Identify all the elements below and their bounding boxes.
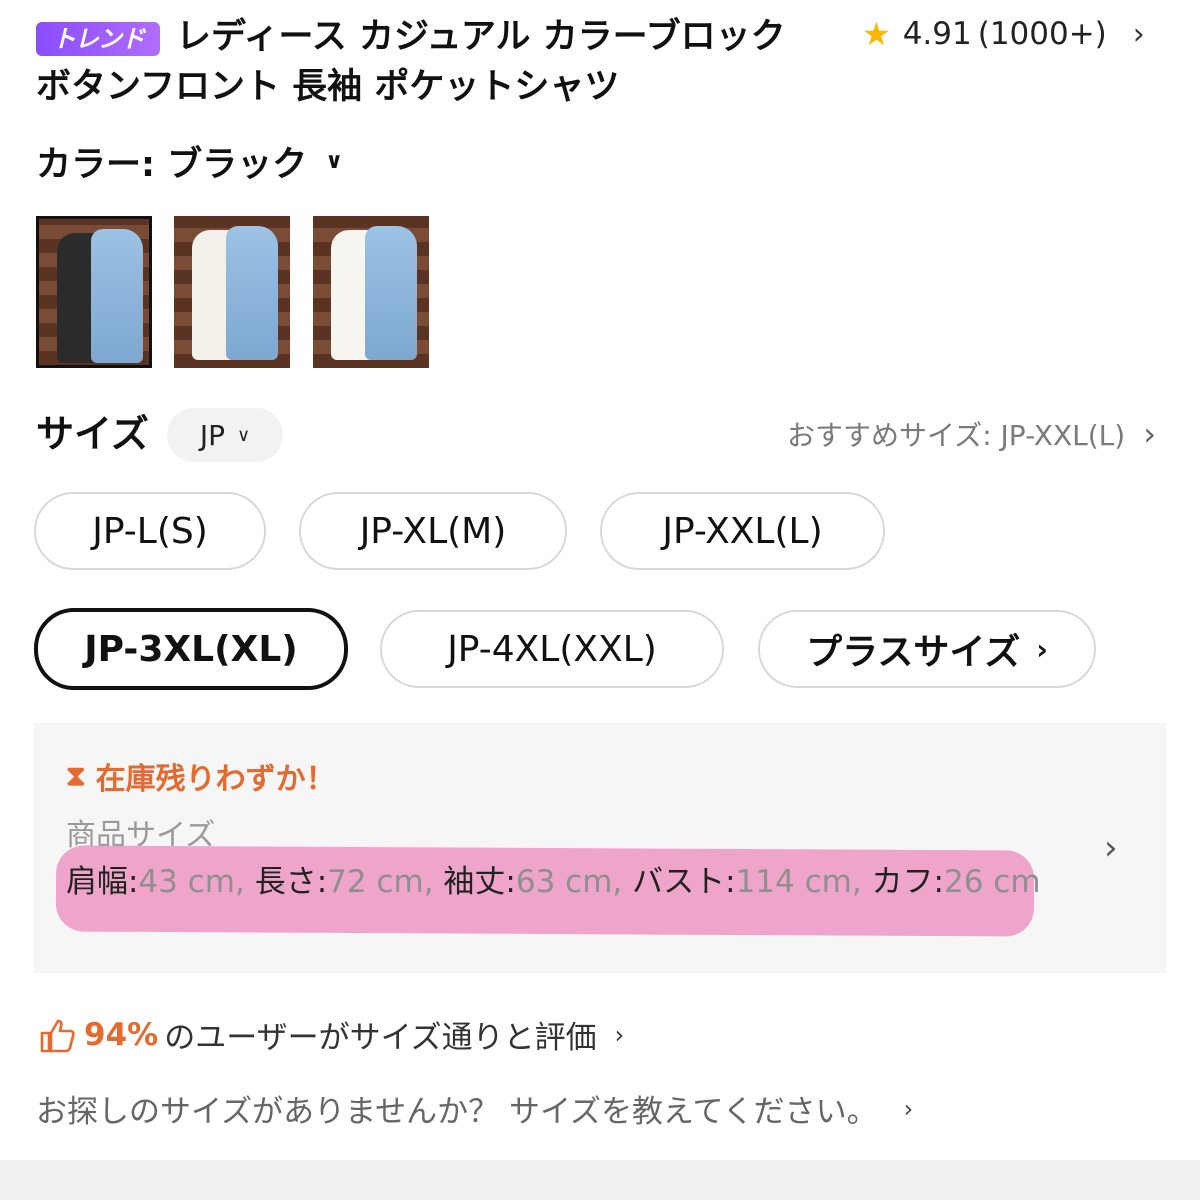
- spec-value: 26 cm: [944, 864, 1041, 900]
- hourglass-icon: ⧗: [66, 759, 86, 792]
- spec-value: 72 cm,: [327, 864, 444, 900]
- chevron-right-icon: ›: [1143, 415, 1156, 453]
- rating-value: 4.91: [902, 16, 972, 52]
- size-option-label: JP-4XL(XXL): [447, 628, 657, 670]
- size-option-4xl[interactable]: JP-4XL(XXL): [380, 610, 724, 688]
- thumbs-up-icon: [40, 1019, 75, 1052]
- fit-text: のユーザーがサイズ通りと評価: [164, 1020, 597, 1056]
- spec-key: 袖丈:: [443, 864, 516, 900]
- recommended-size-text: おすすめサイズ: JP-XXL(L): [787, 419, 1126, 452]
- size-fit-feedback[interactable]: 94% のユーザーがサイズ通りと評価 ›: [38, 1012, 624, 1057]
- size-request-text: お探しのサイズがありませんか？ サイズを教えてください。: [36, 1094, 878, 1130]
- stock-warning-text: 在庫残りわずか！: [95, 762, 336, 797]
- color-label: カラー: ブラック: [36, 144, 308, 185]
- size-option-xxl[interactable]: JP-XXL(L): [600, 492, 885, 570]
- size-label: サイズ: [36, 412, 149, 456]
- spec-value: 114 cm,: [735, 864, 872, 900]
- star-icon: ★: [862, 15, 891, 53]
- spec-key: カフ:: [871, 864, 944, 900]
- chevron-right-icon[interactable]: ›: [1104, 828, 1118, 868]
- bottom-divider: [0, 1160, 1200, 1200]
- size-option-3xl[interactable]: JP-3XL(XL): [34, 608, 348, 690]
- review-count: (1000+): [977, 16, 1107, 52]
- size-option-xl[interactable]: JP-XL(M): [299, 492, 567, 570]
- size-request-link[interactable]: お探しのサイズがありませんか？ サイズを教えてください。 ›: [36, 1086, 913, 1131]
- spec-value: 43 cm,: [138, 864, 255, 900]
- size-option-label: JP-3XL(XL): [84, 628, 298, 670]
- color-swatch-black[interactable]: [36, 216, 152, 368]
- trend-badge: トレンド: [36, 22, 160, 56]
- size-region-select[interactable]: JP ∨: [167, 408, 283, 462]
- chevron-right-icon: ›: [1036, 632, 1048, 666]
- size-option-l[interactable]: JP-L(S): [34, 492, 266, 570]
- chevron-right-icon[interactable]: ›: [1133, 17, 1145, 52]
- size-region-value: JP: [199, 418, 225, 452]
- rating[interactable]: ★ 4.91 (1000+) ›: [862, 12, 1145, 56]
- size-option-label: JP-XL(M): [359, 510, 507, 552]
- size-option-label: JP-L(S): [92, 510, 208, 552]
- spec-value: 63 cm,: [515, 864, 633, 900]
- color-selector[interactable]: カラー: ブラック ∨: [36, 136, 343, 186]
- chevron-right-icon: ›: [903, 1094, 914, 1123]
- size-option-label: JP-XXL(L): [662, 510, 823, 552]
- spec-key: バスト:: [632, 864, 736, 900]
- size-option-label: プラスサイズ: [806, 632, 1021, 673]
- size-option-plus[interactable]: プラスサイズ ›: [758, 610, 1096, 688]
- spec-key: 長さ:: [254, 864, 328, 900]
- chevron-down-icon: ∨: [236, 424, 251, 446]
- color-swatch-white[interactable]: [174, 216, 290, 368]
- stock-warning: ⧗ 在庫残りわずか！: [66, 754, 336, 798]
- spec-key: 肩幅:: [66, 864, 139, 900]
- fit-percent: 94%: [84, 1016, 159, 1053]
- chevron-down-icon: ∨: [325, 148, 344, 174]
- recommended-size-link[interactable]: おすすめサイズ: JP-XXL(L) ›: [787, 414, 1156, 454]
- size-specs: 肩幅:43 cm, 長さ:72 cm, 袖丈:63 cm, バスト:114 cm…: [66, 860, 1046, 904]
- chevron-right-icon: ›: [614, 1020, 625, 1049]
- color-swatch-white-2[interactable]: [313, 216, 429, 368]
